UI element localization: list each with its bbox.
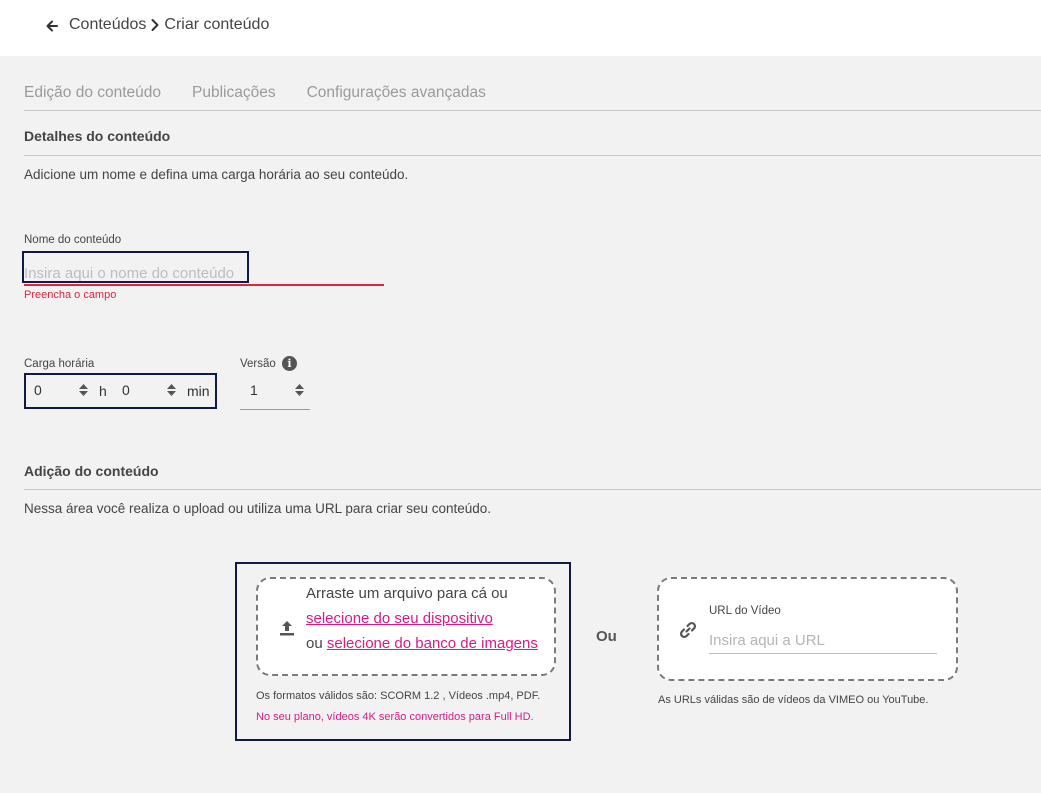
chevron-right-icon (150, 18, 160, 32)
details-section-title: Detalhes do conteúdo (24, 128, 171, 144)
tab-bar: Edição do conteúdo Publicações Configura… (24, 84, 517, 102)
hours-value[interactable]: 0 (34, 382, 42, 398)
name-field-wrapper (24, 262, 384, 286)
breadcrumb-current: Criar conteúdo (164, 16, 270, 33)
carga-horaria-field: 0 h 0 min (24, 373, 217, 409)
versao-label: Versão (240, 358, 276, 370)
arrow-left-icon[interactable] (44, 17, 60, 35)
drag-text: Arraste um arquivo para cá ou (306, 585, 508, 602)
url-box: URL do Vídeo (657, 577, 958, 681)
tab-edicao-conteudo[interactable]: Edição do conteúdo (24, 84, 161, 102)
minutes-unit: min (187, 383, 210, 399)
url-note: As URLs válidas são de vídeos da VIMEO o… (658, 694, 929, 706)
minutes-value[interactable]: 0 (122, 382, 130, 398)
details-description: Adicione um nome e defina uma carga horá… (24, 167, 409, 182)
top-bar: Conteúdos Criar conteúdo (0, 0, 1041, 56)
addition-description: Nessa área você realiza o upload ou util… (24, 501, 492, 516)
versao-stepper[interactable]: 1 (250, 373, 258, 407)
hours-stepper[interactable]: 0 (34, 373, 42, 407)
link-icon (679, 621, 697, 644)
info-icon[interactable]: i (282, 356, 297, 371)
addition-divider (24, 489, 1041, 490)
hours-spinner-arrows-icon[interactable] (78, 382, 89, 398)
name-input[interactable] (24, 262, 384, 284)
tab-publicacoes[interactable]: Publicações (192, 84, 276, 102)
url-input[interactable] (709, 627, 937, 654)
hours-unit: h (99, 383, 107, 399)
upload-instructions: Arraste um arquivo para cá ou selecione … (306, 581, 546, 656)
upload-icon[interactable] (278, 619, 296, 642)
select-device-link[interactable]: selecione do seu dispositivo (306, 610, 493, 627)
name-field-label: Nome do conteúdo (24, 234, 122, 246)
minutes-stepper[interactable]: 0 (122, 373, 130, 407)
upload-dropzone[interactable]: Arraste um arquivo para cá ou selecione … (256, 577, 556, 676)
plan-note: No seu plano, vídeos 4K serão convertido… (256, 711, 534, 723)
tab-configuracoes-avancadas[interactable]: Configurações avançadas (307, 84, 486, 102)
breadcrumb: Conteúdos Criar conteúdo (69, 16, 269, 34)
details-divider (24, 155, 1041, 156)
versao-value[interactable]: 1 (250, 382, 258, 398)
formats-note: Os formatos válidos são: SCORM 1.2 , Víd… (256, 690, 541, 702)
carga-horaria-label: Carga horária (24, 358, 95, 370)
or-text: ou (306, 635, 323, 652)
versao-spinner-arrows-icon[interactable] (294, 382, 305, 398)
tabs-divider (24, 110, 1041, 111)
select-image-bank-link[interactable]: selecione do banco de imagens (327, 635, 538, 652)
name-error-message: Preencha o campo (24, 289, 117, 301)
url-field-label: URL do Vídeo (709, 605, 781, 617)
or-separator: Ou (596, 628, 617, 645)
versao-field: 1 (240, 373, 310, 410)
breadcrumb-root-link[interactable]: Conteúdos (69, 16, 146, 34)
minutes-spinner-arrows-icon[interactable] (166, 382, 177, 398)
addition-section-title: Adição do conteúdo (24, 463, 159, 479)
